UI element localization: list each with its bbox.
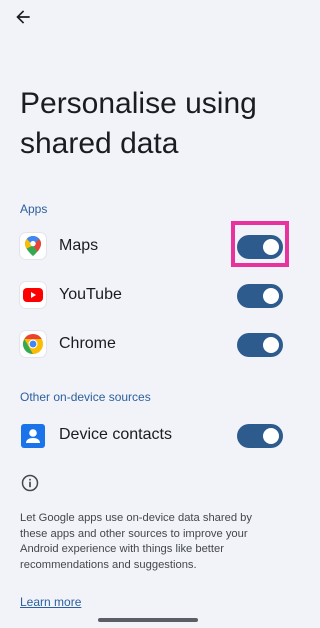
back-arrow-icon[interactable] (13, 7, 33, 27)
toggle-knob (263, 337, 279, 353)
description-text: Let Google apps use on-device data share… (20, 512, 252, 571)
app-label-youtube: YouTube (59, 286, 122, 303)
toggle-device-contacts[interactable] (237, 424, 283, 448)
page-title: Personalise using shared data (20, 87, 257, 160)
toggle-knob (263, 428, 279, 444)
toggle-youtube[interactable] (237, 284, 283, 308)
toggle-chrome[interactable] (237, 333, 283, 357)
app-label-maps: Maps (59, 237, 99, 254)
info-icon (21, 474, 39, 492)
app-row-youtube[interactable]: YouTube (0, 275, 297, 315)
app-row-chrome[interactable]: Chrome (0, 324, 297, 364)
source-label-device-contacts: Device contacts (59, 426, 172, 443)
source-row-device-contacts[interactable]: Device contacts (0, 415, 297, 455)
contacts-icon (21, 424, 45, 448)
youtube-icon (20, 282, 46, 308)
app-label-chrome: Chrome (59, 335, 116, 352)
section-header-other: Other on-device sources (20, 390, 151, 404)
toggle-knob (263, 288, 279, 304)
highlight-box (231, 221, 289, 267)
learn-more-link[interactable]: Learn more (20, 595, 81, 609)
gesture-nav-bar[interactable] (98, 618, 198, 622)
section-header-apps: Apps (20, 202, 48, 216)
google-maps-icon (20, 233, 46, 259)
chrome-icon (20, 331, 46, 357)
